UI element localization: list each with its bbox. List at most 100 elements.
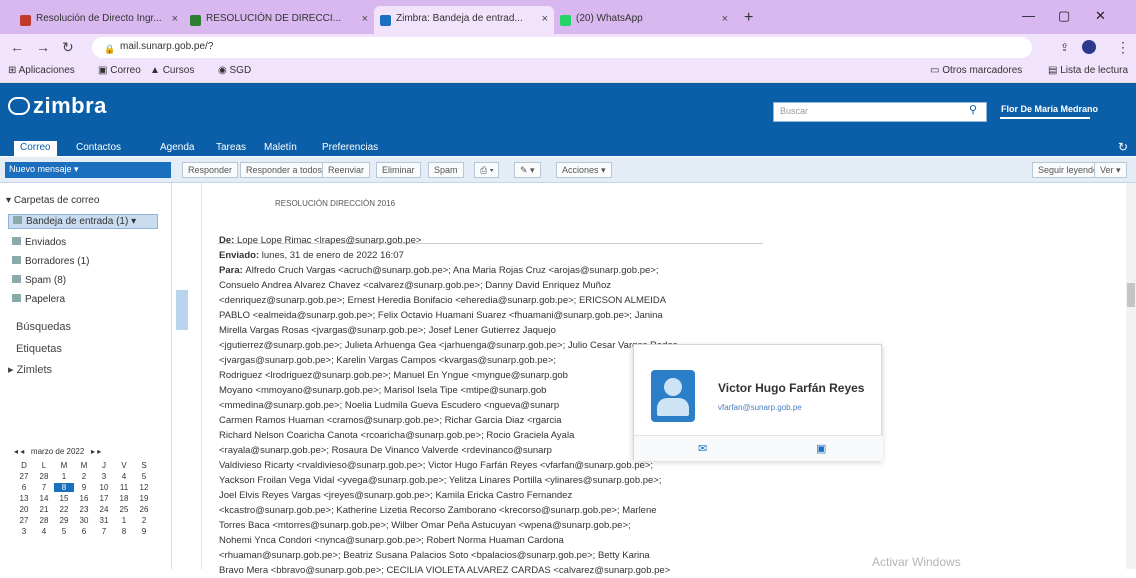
actions-button[interactable]: Acciones ▾ [556, 162, 612, 178]
scrollbar[interactable] [1126, 183, 1136, 569]
reload-icon[interactable]: ↻ [62, 39, 74, 56]
folder-sent[interactable]: Enviados [12, 237, 66, 248]
bookmark-correo[interactable]: ▣ Correo [98, 65, 141, 76]
calendar-day[interactable]: 15 [54, 494, 74, 503]
calendar-day[interactable]: 5 [54, 527, 74, 536]
section-searches[interactable]: Búsquedas [16, 321, 71, 333]
back-icon[interactable]: ← [10, 39, 24, 55]
section-tags[interactable]: Etiquetas [16, 343, 62, 355]
view-button[interactable]: Ver ▾ [1094, 162, 1127, 178]
reply-button[interactable]: Responder [182, 162, 239, 178]
print-icon[interactable]: ⎙ ▾ [474, 162, 500, 178]
close-icon[interactable]: × [362, 13, 368, 25]
calendar-day[interactable]: 31 [94, 516, 114, 525]
spam-button[interactable]: Spam [428, 162, 464, 178]
calendar-day[interactable]: 14 [34, 494, 54, 503]
calendar-day[interactable]: 2 [134, 516, 154, 525]
delete-button[interactable]: Eliminar [376, 162, 421, 178]
calendar-day[interactable]: 17 [94, 494, 114, 503]
folder-drafts[interactable]: Borradores (1) [12, 256, 89, 267]
contact-email[interactable]: vfarfan@sunarp.gob.pe [718, 403, 802, 412]
scrollbar-thumb[interactable] [1127, 283, 1135, 307]
calendar-day[interactable]: 13 [14, 494, 34, 503]
folder-inbox[interactable]: Bandeja de entrada (1) ▾ [8, 214, 158, 229]
calendar-icon[interactable]: ▣ [816, 442, 826, 455]
section-zimlets[interactable]: ▸ Zimlets [8, 363, 52, 376]
calendar-day[interactable]: 1 [114, 516, 134, 525]
calendar-day[interactable]: 10 [94, 483, 114, 492]
bookmark-sgd[interactable]: ◉ SGD [218, 65, 251, 76]
search-icon[interactable]: ⚲ [969, 103, 977, 116]
calendar-day[interactable]: 25 [114, 505, 134, 514]
minimize-icon[interactable]: — [1022, 8, 1035, 23]
calendar-day[interactable]: 4 [34, 527, 54, 536]
browser-tab[interactable]: Resolución de Directo Ingr... × [14, 6, 184, 34]
user-name[interactable]: Flor De María Medrano [1001, 104, 1098, 114]
search-input[interactable]: Buscar [773, 102, 987, 122]
reply-all-button[interactable]: Responder a todos [240, 162, 329, 178]
bookmark-apps[interactable]: ⊞ Aplicaciones [8, 65, 75, 76]
calendar-day[interactable]: 12 [134, 483, 154, 492]
email-icon[interactable]: ✉ [698, 442, 707, 455]
calendar-day[interactable]: 27 [14, 472, 34, 481]
calendar-day[interactable]: 28 [34, 516, 54, 525]
menu-icon[interactable]: ⋮ [1116, 39, 1130, 56]
close-icon[interactable]: × [172, 13, 178, 25]
calendar-day[interactable]: 8 [54, 483, 74, 492]
bookmark-cursos[interactable]: ▲ Cursos [150, 65, 194, 76]
calendar-day[interactable]: 19 [134, 494, 154, 503]
url-input[interactable]: mail.sunarp.gob.pe/? [92, 37, 1032, 58]
tab-preferencias[interactable]: Preferencias [316, 141, 384, 156]
calendar-day[interactable]: 16 [74, 494, 94, 503]
new-tab-icon[interactable]: + [744, 9, 753, 27]
refresh-icon[interactable]: ↻ [1118, 140, 1128, 154]
calendar-day[interactable]: 21 [34, 505, 54, 514]
calendar-day[interactable]: 9 [74, 483, 94, 492]
calendar-day[interactable]: 30 [74, 516, 94, 525]
tab-contactos[interactable]: Contactos [70, 141, 127, 156]
calendar-day[interactable]: 28 [34, 472, 54, 481]
selected-message-marker[interactable] [176, 290, 188, 330]
calendar-day[interactable]: 7 [34, 483, 54, 492]
maximize-icon[interactable]: ▢ [1058, 8, 1070, 24]
bookmark-reading-list[interactable]: ▤ Lista de lectura [1048, 65, 1128, 76]
calendar-day[interactable]: 6 [14, 483, 34, 492]
folder-spam[interactable]: Spam (8) [12, 275, 66, 286]
calendar-day[interactable]: 20 [14, 505, 34, 514]
calendar-day[interactable]: 22 [54, 505, 74, 514]
calendar-day[interactable]: 9 [134, 527, 154, 536]
close-icon[interactable]: × [542, 13, 548, 25]
share-icon[interactable]: ⇪ [1060, 41, 1069, 54]
tag-icon[interactable]: ✎ ▾ [514, 162, 541, 178]
calendar-day[interactable]: 8 [114, 527, 134, 536]
calendar-day[interactable]: 18 [114, 494, 134, 503]
close-icon[interactable]: × [722, 13, 728, 25]
tab-correo[interactable]: Correo [14, 141, 57, 156]
browser-tab[interactable]: (20) WhatsApp × [554, 6, 734, 34]
calendar-day[interactable]: 7 [94, 527, 114, 536]
tab-tareas[interactable]: Tareas [210, 141, 252, 156]
tab-maletin[interactable]: Maletín [258, 141, 303, 156]
calendar-day[interactable]: 26 [134, 505, 154, 514]
folder-trash[interactable]: Papelera [12, 294, 65, 305]
calendar-day[interactable]: 4 [114, 472, 134, 481]
calendar-day[interactable]: 29 [54, 516, 74, 525]
browser-tab-active[interactable]: Zimbra: Bandeja de entrad... × [374, 6, 554, 34]
calendar-day[interactable]: 11 [114, 483, 134, 492]
profile-avatar[interactable] [1082, 40, 1096, 54]
calendar-day[interactable]: 3 [94, 472, 114, 481]
calendar-day[interactable]: 23 [74, 505, 94, 514]
tab-agenda[interactable]: Agenda [154, 141, 200, 156]
calendar-day[interactable]: 27 [14, 516, 34, 525]
new-message-button[interactable]: Nuevo mensaje ▾ [5, 162, 171, 178]
calendar-day[interactable]: 2 [74, 472, 94, 481]
browser-tab[interactable]: RESOLUCIÓN DE DIRECCI... × [184, 6, 374, 34]
bookmark-other[interactable]: ▭ Otros marcadores [930, 65, 1022, 76]
forward-icon[interactable]: → [36, 39, 50, 55]
forward-button[interactable]: Reenviar [322, 162, 371, 178]
calendar-day[interactable]: 5 [134, 472, 154, 481]
close-window-icon[interactable]: ✕ [1095, 8, 1106, 24]
calendar-day[interactable]: 3 [14, 527, 34, 536]
calendar-day[interactable]: 1 [54, 472, 74, 481]
folders-header[interactable]: ▾ Carpetas de correo [6, 195, 99, 206]
